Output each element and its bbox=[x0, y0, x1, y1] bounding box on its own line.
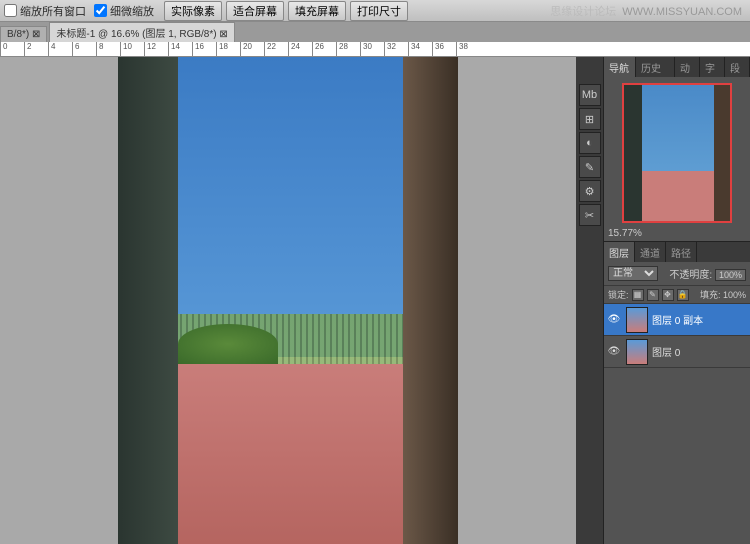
zoom-all-windows-checkbox[interactable]: 缩放所有窗口 bbox=[4, 3, 86, 19]
layer-thumbnail[interactable] bbox=[626, 339, 648, 365]
panel-tab[interactable]: 字符 bbox=[700, 57, 725, 77]
panel-tab[interactable]: 导航器 bbox=[604, 57, 636, 77]
navigator-panel: 15.77% bbox=[604, 77, 750, 242]
collapsed-panel-dock: Mb⊞◐✎⚙✂ bbox=[576, 57, 604, 544]
actual-pixels-button[interactable]: 实际像素 bbox=[164, 1, 222, 21]
navigator-preview[interactable] bbox=[622, 83, 732, 223]
navigator-panel-tabs: 导航器历史记录动作字符段落 bbox=[604, 57, 750, 77]
panel-icon[interactable]: ✂ bbox=[579, 204, 601, 226]
visibility-icon[interactable]: 👁 bbox=[606, 344, 622, 360]
blend-mode-select[interactable]: 正常 bbox=[608, 266, 658, 281]
fit-screen-button[interactable]: 适合屏幕 bbox=[226, 1, 284, 21]
panel-tab[interactable]: 通道 bbox=[635, 242, 666, 262]
layer-name: 图层 0 副本 bbox=[652, 312, 703, 327]
lock-transparency-icon[interactable]: ▦ bbox=[632, 289, 644, 301]
layer-thumbnail[interactable] bbox=[626, 307, 648, 333]
document-canvas bbox=[118, 57, 458, 544]
horizontal-ruler: 02468101214161820222426283032343638 bbox=[0, 42, 750, 57]
panel-icon[interactable]: Mb bbox=[579, 84, 601, 106]
document-tab-1[interactable]: B/8*) ⊠ bbox=[0, 26, 47, 42]
panel-icon[interactable]: ⚙ bbox=[579, 180, 601, 202]
navigator-zoom-value[interactable]: 15.77% bbox=[608, 228, 642, 239]
layer-row[interactable]: 👁 图层 0 bbox=[604, 336, 750, 368]
document-tabs: B/8*) ⊠ 未标题-1 @ 16.6% (图层 1, RGB/8*) ⊠ bbox=[0, 22, 750, 42]
scrubby-zoom-checkbox[interactable]: 细微缩放 bbox=[94, 3, 154, 19]
panel-icon[interactable]: ✎ bbox=[579, 156, 601, 178]
watermark: 思缘设计论坛WWW.MISSYUAN.COM bbox=[550, 3, 742, 19]
lock-position-icon[interactable]: ✥ bbox=[662, 289, 674, 301]
layers-panel-tabs: 图层通道路径 bbox=[604, 242, 750, 262]
visibility-icon[interactable]: 👁 bbox=[606, 312, 622, 328]
panel-tab[interactable]: 历史记录 bbox=[636, 57, 675, 77]
panel-tab[interactable]: 段落 bbox=[725, 57, 750, 77]
layers-panel: 正常 不透明度: 100% 锁定: ▦ ✎ ✥ 🔒 填充: 100% 👁图层 0… bbox=[604, 262, 750, 544]
lock-row: 锁定: ▦ ✎ ✥ 🔒 填充: 100% bbox=[604, 286, 750, 304]
panel-icon[interactable]: ◐ bbox=[579, 132, 601, 154]
panel-tab[interactable]: 图层 bbox=[604, 242, 635, 262]
fill-screen-button[interactable]: 填充屏幕 bbox=[288, 1, 346, 21]
canvas-area[interactable] bbox=[0, 57, 576, 544]
document-tab-2[interactable]: 未标题-1 @ 16.6% (图层 1, RGB/8*) ⊠ bbox=[49, 22, 234, 42]
panel-icon[interactable]: ⊞ bbox=[579, 108, 601, 130]
opacity-value[interactable]: 100% bbox=[715, 269, 746, 281]
panel-tab[interactable]: 动作 bbox=[675, 57, 700, 77]
lock-all-icon[interactable]: 🔒 bbox=[677, 289, 689, 301]
layer-row[interactable]: 👁 图层 0 副本 bbox=[604, 304, 750, 336]
fill-value[interactable]: 100% bbox=[723, 290, 746, 300]
print-size-button[interactable]: 打印尺寸 bbox=[350, 1, 408, 21]
lock-pixels-icon[interactable]: ✎ bbox=[647, 289, 659, 301]
panel-tab[interactable]: 路径 bbox=[666, 242, 697, 262]
layer-name: 图层 0 bbox=[652, 344, 680, 359]
